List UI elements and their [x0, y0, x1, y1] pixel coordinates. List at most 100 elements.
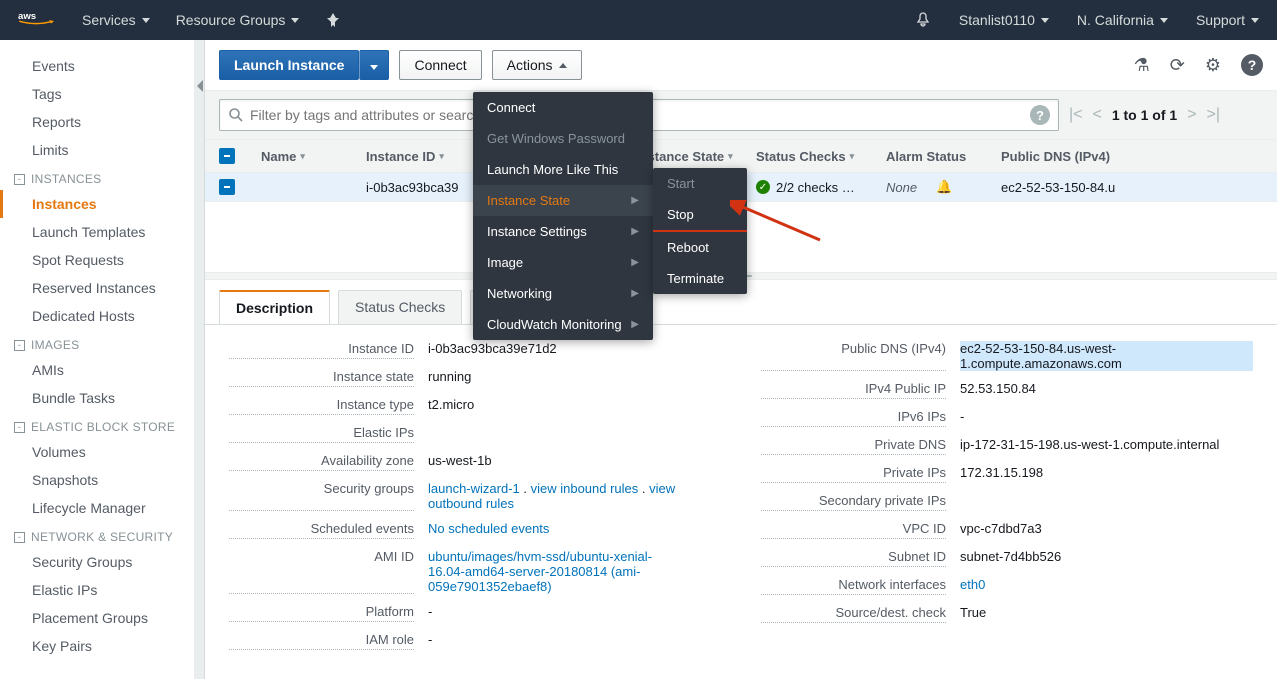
cell-dns: ec2-52-53-150-84.u	[1001, 180, 1263, 195]
chevron-down-icon	[291, 18, 299, 23]
col-status-checks[interactable]: Status Checks▾	[756, 149, 886, 164]
nav-support-label: Support	[1196, 12, 1245, 28]
sidebar-item-events[interactable]: Events	[0, 52, 194, 80]
col-state[interactable]: Instance State▾	[636, 149, 756, 164]
sort-icon: ▾	[439, 151, 444, 162]
pager: |< < 1 to 1 of 1 > >|	[1069, 106, 1220, 124]
sidebar-section-network[interactable]: -NETWORK & SECURITY	[0, 522, 194, 548]
sidebar-item-key-pairs[interactable]: Key Pairs	[0, 632, 194, 660]
menu-label: CloudWatch Monitoring	[487, 317, 622, 332]
menu-instance-state[interactable]: Instance State▶	[473, 185, 653, 216]
sg-link[interactable]: launch-wizard-1	[428, 481, 520, 496]
filter-bar: ? |< < 1 to 1 of 1 > >|	[205, 91, 1277, 140]
col-label: Alarm Status	[886, 149, 966, 164]
col-label: Public DNS (IPv4)	[1001, 149, 1110, 164]
menu-networking[interactable]: Networking ▶	[473, 278, 653, 309]
detail-value: i-0b3ac93bca39e71d2	[428, 341, 557, 359]
chevron-up-icon	[559, 63, 567, 68]
launch-instance-button[interactable]: Launch Instance	[219, 50, 359, 80]
nav-services[interactable]: Services	[82, 12, 150, 28]
col-alarm[interactable]: Alarm Status	[886, 149, 1001, 164]
menu-image[interactable]: Image▶	[473, 247, 653, 278]
sidebar-item-reports[interactable]: Reports	[0, 108, 194, 136]
menu-label: Launch More Like This	[487, 162, 618, 177]
menu-instance-settings[interactable]: Instance Settings▶	[473, 216, 653, 247]
settings-gear-icon[interactable]: ⚙	[1205, 55, 1221, 76]
help-icon[interactable]: ?	[1241, 54, 1263, 76]
nav-pin[interactable]	[325, 12, 341, 28]
col-name[interactable]: Name▾	[261, 149, 366, 164]
menu-launch-more[interactable]: Launch More Like This	[473, 154, 653, 185]
chevron-right-icon: ▶	[631, 288, 639, 299]
sidebar-section-instances[interactable]: -INSTANCES	[0, 164, 194, 190]
actions-button[interactable]: Actions	[492, 50, 582, 80]
experiments-icon[interactable]: ⚗	[1134, 55, 1150, 76]
eni-link[interactable]: eth0	[960, 577, 985, 592]
inbound-link[interactable]: view inbound rules	[531, 481, 639, 496]
sidebar-item-security-groups[interactable]: Security Groups	[0, 548, 194, 576]
menu-cloudwatch[interactable]: CloudWatch Monitoring▶	[473, 309, 653, 340]
nav-user[interactable]: Stanlist0110	[959, 12, 1049, 28]
menu-label: Networking	[487, 286, 552, 301]
launch-instance-dropdown[interactable]	[359, 50, 389, 80]
sched-link[interactable]: No scheduled events	[428, 521, 549, 536]
pager-last[interactable]: >|	[1207, 106, 1221, 124]
menu-connect[interactable]: Connect	[473, 92, 653, 123]
chevron-left-icon	[197, 80, 203, 92]
nav-region[interactable]: N. California	[1077, 12, 1168, 28]
pager-prev[interactable]: <	[1093, 106, 1102, 124]
refresh-icon[interactable]: ⟳	[1170, 55, 1185, 76]
sidebar-item-launch-templates[interactable]: Launch Templates	[0, 218, 194, 246]
sidebar-item-reserved[interactable]: Reserved Instances	[0, 274, 194, 302]
nav-resource-groups[interactable]: Resource Groups	[176, 12, 300, 28]
side-nav: Events Tags Reports Limits -INSTANCES In…	[0, 40, 195, 679]
alarm-bell-icon[interactable]: 🔔	[936, 179, 952, 195]
sidebar-item-snapshots[interactable]: Snapshots	[0, 466, 194, 494]
detail-value: launch-wizard-1 . view inbound rules . v…	[428, 481, 721, 511]
col-dns[interactable]: Public DNS (IPv4)	[1001, 149, 1263, 164]
col-label: Status Checks	[756, 149, 846, 164]
menu-label: Instance Settings	[487, 224, 587, 239]
search-help-icon[interactable]: ?	[1030, 105, 1050, 125]
pager-first[interactable]: |<	[1069, 106, 1083, 124]
pager-next[interactable]: >	[1187, 106, 1196, 124]
ami-link[interactable]: ubuntu/images/hvm-ssd/ubuntu-xenial-16.0…	[428, 549, 652, 594]
select-all-checkbox[interactable]	[219, 148, 235, 164]
sidebar-item-limits[interactable]: Limits	[0, 136, 194, 164]
sidebar-item-bundle-tasks[interactable]: Bundle Tasks	[0, 384, 194, 412]
submenu-terminate[interactable]: Terminate	[653, 263, 747, 294]
sidebar-item-dedicated-hosts[interactable]: Dedicated Hosts	[0, 302, 194, 330]
sidebar-item-instances[interactable]: Instances	[0, 190, 194, 218]
sidebar-section-label: INSTANCES	[31, 172, 102, 186]
sidebar-item-elastic-ips[interactable]: Elastic IPs	[0, 576, 194, 604]
menu-label: Terminate	[667, 271, 724, 286]
aws-logo[interactable]: aws	[18, 8, 54, 32]
tab-status-checks[interactable]: Status Checks	[338, 290, 462, 324]
sidebar-item-amis[interactable]: AMIs	[0, 356, 194, 384]
sidebar-item-tags[interactable]: Tags	[0, 80, 194, 108]
detail-value: -	[428, 632, 432, 650]
sort-icon: ▾	[300, 151, 305, 162]
sidebar-item-spot-requests[interactable]: Spot Requests	[0, 246, 194, 274]
nav-notifications[interactable]	[915, 12, 931, 28]
sidebar-item-lifecycle[interactable]: Lifecycle Manager	[0, 494, 194, 522]
sidebar-section-images[interactable]: -IMAGES	[0, 330, 194, 356]
detail-value: 172.31.15.198	[960, 465, 1043, 483]
chevron-down-icon	[1160, 18, 1168, 23]
menu-label: Image	[487, 255, 523, 270]
row-checkbox[interactable]	[219, 179, 235, 195]
detail-value: t2.micro	[428, 397, 474, 415]
tab-description[interactable]: Description	[219, 290, 330, 324]
detail-key: Elastic IPs	[229, 425, 414, 443]
sidebar-section-ebs[interactable]: -ELASTIC BLOCK STORE	[0, 412, 194, 438]
connect-button[interactable]: Connect	[399, 50, 481, 80]
sidebar-item-volumes[interactable]: Volumes	[0, 438, 194, 466]
detail-key: Instance type	[229, 397, 414, 415]
action-toolbar: Launch Instance Connect Actions ⚗ ⟳ ⚙ ?	[205, 40, 1277, 91]
nav-support[interactable]: Support	[1196, 12, 1259, 28]
detail-key: IAM role	[229, 632, 414, 650]
sidebar-collapse-handle[interactable]	[195, 40, 205, 679]
sidebar-item-placement-groups[interactable]: Placement Groups	[0, 604, 194, 632]
detail-key: Security groups	[229, 481, 414, 511]
detail-key: Instance state	[229, 369, 414, 387]
